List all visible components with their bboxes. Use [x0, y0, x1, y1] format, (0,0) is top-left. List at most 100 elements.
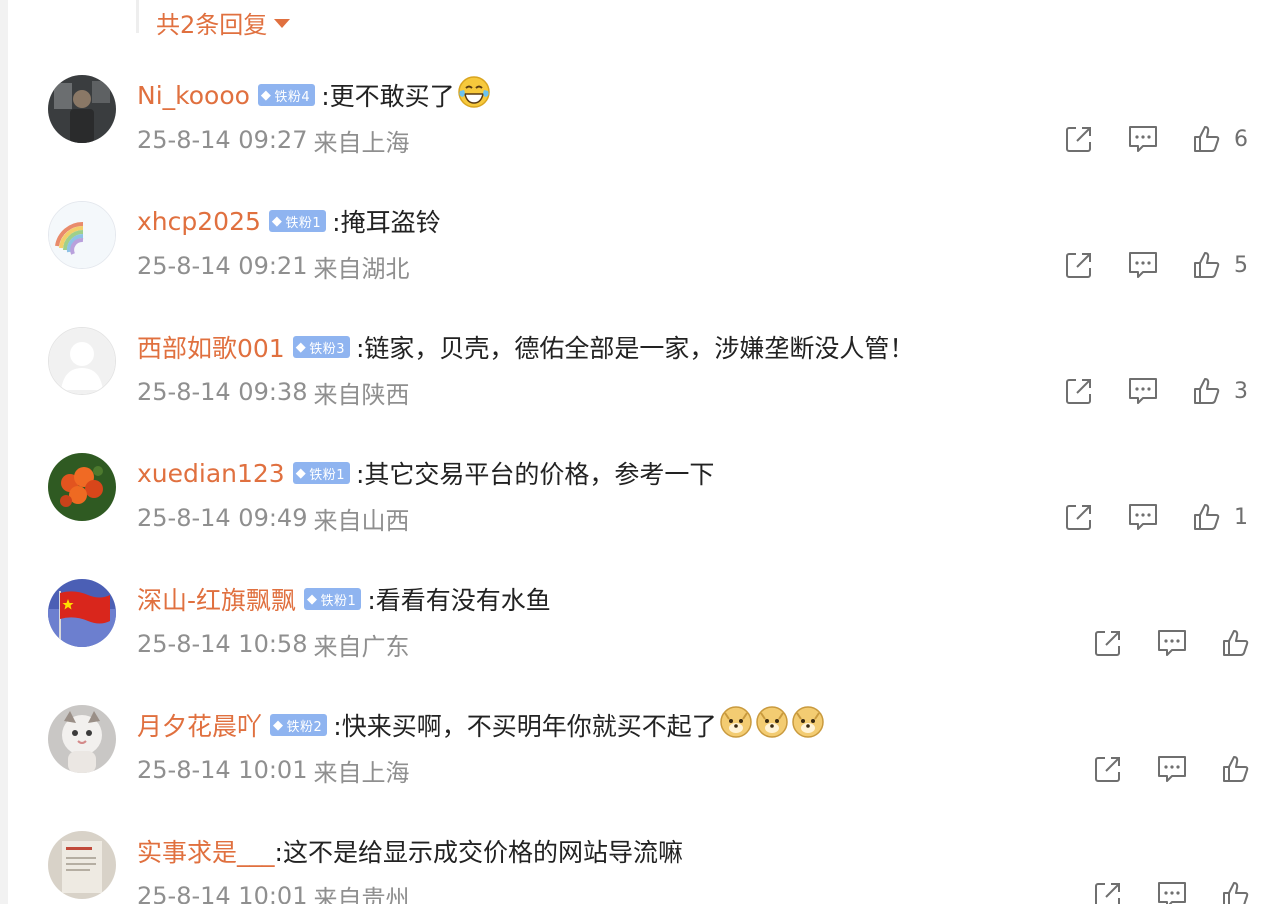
- comment-text: :掩耳盗铃: [332, 208, 441, 237]
- fan-badge-label: 铁粉4: [274, 89, 311, 105]
- username-link[interactable]: Ni_koooo: [137, 81, 250, 110]
- repost-icon: [1066, 379, 1091, 404]
- comment-button[interactable]: [1126, 122, 1160, 156]
- fan-badge[interactable]: ◆ 铁粉4: [257, 84, 316, 106]
- repost-button[interactable]: [1091, 752, 1125, 786]
- like-icon: [1194, 126, 1220, 152]
- laugh-cry-emoji: [457, 75, 491, 115]
- comment-button[interactable]: [1126, 374, 1160, 408]
- avatar[interactable]: [48, 327, 116, 395]
- fan-badge-label: 铁粉2: [286, 719, 323, 735]
- like-count: 6: [1234, 126, 1248, 152]
- like-count: 1: [1234, 504, 1248, 530]
- like-button[interactable]: [1219, 878, 1253, 904]
- comment-date: 25-8-14 09:49: [137, 504, 308, 532]
- comment-text: :更不敢买了: [321, 82, 455, 111]
- comment-location: 来自贵州: [313, 884, 410, 904]
- comment-location: 来自湖北: [313, 254, 410, 283]
- comment-text: :这不是给显示成交价格的网站导流嘛: [274, 838, 683, 867]
- diamond-icon: ◆: [307, 591, 318, 607]
- username-link[interactable]: 实事求是___: [137, 833, 275, 869]
- avatar[interactable]: [48, 705, 116, 773]
- comment-item: 深山-红旗飘飘 ◆ 铁粉1 :看看有没有水鱼 25-8-14 10:58 来自广东: [0, 579, 1264, 705]
- like-count: 5: [1234, 252, 1248, 278]
- comment-icon: [1158, 756, 1186, 782]
- comment-icon: [1129, 378, 1157, 404]
- fan-badge-label: 铁粉1: [320, 593, 357, 609]
- comment-button[interactable]: [1126, 248, 1160, 282]
- comment-button[interactable]: [1155, 752, 1189, 786]
- fan-badge[interactable]: ◆ 铁粉1: [268, 210, 327, 232]
- comment-text: :快来买啊，不买明年你就买不起了: [333, 712, 717, 741]
- comment-button[interactable]: [1155, 626, 1189, 660]
- comment-item: Ni_koooo ◆ 铁粉4 :更不敢买了 25-8-14 09:27 来自上海 …: [0, 75, 1264, 201]
- like-icon: [1223, 630, 1249, 656]
- comment-item: 实事求是___ :这不是给显示成交价格的网站导流嘛 25-8-14 10:01 …: [0, 831, 1264, 904]
- comment-date: 25-8-14 10:01: [137, 882, 308, 904]
- comment-icon: [1158, 630, 1186, 656]
- comment-text: :链家，贝壳，德佑全部是一家，涉嫌垄断没人管！: [356, 334, 915, 363]
- username-link[interactable]: 月夕花晨吖: [137, 707, 262, 743]
- comment-text: :其它交易平台的价格，参考一下: [356, 460, 715, 489]
- comment-icon: [1158, 882, 1186, 904]
- diamond-icon: ◆: [295, 465, 307, 481]
- like-count: 3: [1234, 378, 1248, 404]
- fan-badge[interactable]: ◆ 铁粉1: [292, 462, 350, 484]
- avatar[interactable]: [48, 579, 116, 647]
- fan-badge[interactable]: ◆ 铁粉3: [292, 336, 350, 358]
- comment-text: :看看有没有水鱼: [367, 586, 551, 615]
- repost-button[interactable]: [1091, 626, 1125, 660]
- like-button[interactable]: [1190, 122, 1224, 156]
- comment-item: xhcp2025 ◆ 铁粉1 :掩耳盗铃 25-8-14 09:21 来自湖北 5: [0, 201, 1264, 327]
- repost-button[interactable]: [1062, 374, 1096, 408]
- like-button[interactable]: [1219, 752, 1253, 786]
- username-link[interactable]: 西部如歌001: [137, 329, 285, 365]
- repost-button[interactable]: [1091, 878, 1125, 904]
- comment-location: 来自陕西: [313, 380, 410, 409]
- username-link[interactable]: xhcp2025: [137, 207, 261, 236]
- comment-date: 25-8-14 09:27: [137, 126, 308, 154]
- like-button[interactable]: [1190, 248, 1224, 282]
- diamond-icon: ◆: [271, 213, 283, 229]
- comment-icon: [1129, 126, 1157, 152]
- repost-button[interactable]: [1062, 500, 1096, 534]
- username-link[interactable]: xuedian123: [137, 459, 285, 488]
- comment-date: 25-8-14 09:38: [137, 378, 308, 406]
- avatar[interactable]: [48, 453, 116, 521]
- doge-emoji: [791, 705, 825, 745]
- username-link[interactable]: 深山-红旗飘飘: [137, 581, 296, 617]
- comment-location: 来自山西: [313, 506, 410, 535]
- comment-item: 月夕花晨吖 ◆ 铁粉2 :快来买啊，不买明年你就买不起了 25-8-14 10:0…: [0, 705, 1264, 831]
- like-button[interactable]: [1190, 374, 1224, 408]
- avatar[interactable]: [48, 75, 116, 143]
- diamond-icon: ◆: [295, 339, 307, 355]
- diamond-icon: ◆: [260, 87, 272, 103]
- repost-icon: [1066, 505, 1091, 530]
- fan-badge[interactable]: ◆ 铁粉2: [270, 714, 328, 736]
- like-button[interactable]: [1190, 500, 1224, 534]
- comment-icon: [1129, 504, 1157, 530]
- like-icon: [1194, 504, 1220, 530]
- fan-badge-label: 铁粉1: [309, 467, 345, 483]
- avatar[interactable]: [48, 831, 116, 899]
- doge-emoji: [719, 705, 753, 745]
- like-icon: [1194, 378, 1220, 404]
- fan-badge[interactable]: ◆ 铁粉1: [304, 588, 362, 610]
- like-icon: [1194, 252, 1220, 278]
- repost-button[interactable]: [1062, 122, 1096, 156]
- reply-count-toggle[interactable]: 共2条回复: [156, 4, 291, 40]
- comment-location: 来自上海: [313, 128, 410, 157]
- repost-button[interactable]: [1062, 248, 1096, 282]
- comment-item: 西部如歌001 ◆ 铁粉3 :链家，贝壳，德佑全部是一家，涉嫌垄断没人管！ 25-…: [0, 327, 1264, 453]
- diamond-icon: ◆: [273, 717, 284, 733]
- comment-item: xuedian123 ◆ 铁粉1 :其它交易平台的价格，参考一下 25-8-14 …: [0, 453, 1264, 579]
- comment-button[interactable]: [1126, 500, 1160, 534]
- like-button[interactable]: [1219, 626, 1253, 660]
- avatar[interactable]: [48, 201, 116, 269]
- thread-line: [136, 0, 139, 33]
- fan-badge-label: 铁粉1: [285, 215, 322, 231]
- comment-button[interactable]: [1155, 878, 1189, 904]
- repost-icon: [1095, 631, 1120, 656]
- like-icon: [1223, 756, 1249, 782]
- comment-date: 25-8-14 09:21: [137, 252, 308, 280]
